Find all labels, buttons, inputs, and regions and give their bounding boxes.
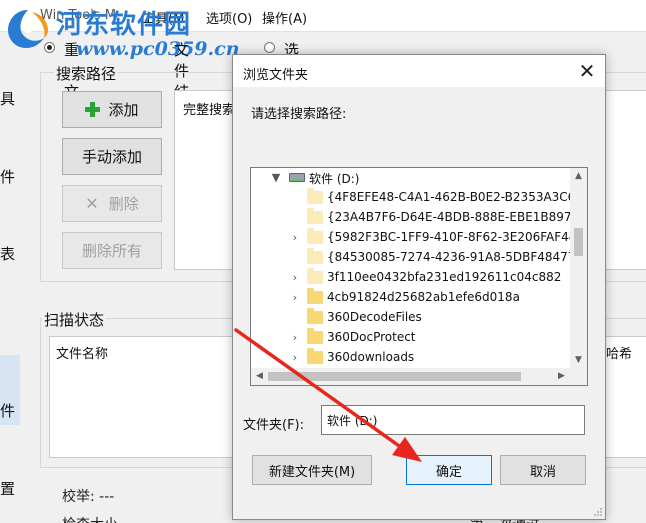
add-button[interactable]: 添加 bbox=[62, 91, 162, 128]
tree-item-label: {5982F3BC-1FF9-410F-8F62-3E206FAF445I bbox=[327, 230, 588, 244]
folder-icon bbox=[307, 348, 323, 364]
dialog-prompt: 请选择搜索路径: bbox=[251, 107, 347, 122]
cancel-button[interactable]: 取消 bbox=[500, 455, 586, 485]
column-header-full-path[interactable]: 完整搜索 bbox=[183, 99, 235, 118]
cancel-label: 取消 bbox=[529, 464, 556, 480]
scroll-down-icon[interactable]: ▼ bbox=[570, 352, 587, 369]
tree-item[interactable]: 360DecodeFiles bbox=[251, 308, 571, 328]
scroll-up-icon[interactable]: ▲ bbox=[570, 168, 587, 185]
folder-input[interactable] bbox=[321, 405, 585, 435]
check-size-text: 检查大小 bbox=[62, 514, 118, 523]
ok-label: 确定 bbox=[435, 464, 462, 480]
scan-status-title: 扫描状态 bbox=[42, 309, 107, 330]
scrollbar-thumb[interactable] bbox=[574, 228, 583, 256]
chevron-right-icon[interactable]: › bbox=[289, 331, 301, 345]
folder-icon bbox=[307, 308, 323, 324]
drive-icon bbox=[289, 173, 305, 182]
sidebar-item-3[interactable]: 表 bbox=[0, 243, 15, 264]
sidebar-item-5[interactable]: 置 bbox=[0, 478, 15, 499]
ok-button[interactable]: 确定 bbox=[406, 455, 492, 485]
tree-item[interactable]: › 360DocProtect bbox=[251, 328, 571, 348]
folder-icon bbox=[307, 288, 323, 304]
new-folder-label: 新建文件夹(M) bbox=[268, 464, 356, 480]
dialog-title: 浏览文件夹 bbox=[243, 68, 309, 83]
folder-icon bbox=[307, 228, 323, 244]
folder-icon bbox=[307, 328, 323, 344]
chevron-right-icon[interactable]: › bbox=[289, 231, 301, 245]
folder-icon bbox=[307, 188, 323, 204]
scrollbar-corner bbox=[570, 368, 587, 385]
tree-item[interactable]: {23A4B7F6-D64E-4BDB-888E-EBE1B8972A bbox=[251, 208, 587, 228]
scrollbar-thumb[interactable] bbox=[268, 372, 521, 381]
delete-all-button[interactable]: 删除所有 bbox=[62, 232, 162, 269]
chevron-right-icon[interactable]: › bbox=[289, 271, 301, 285]
dialog-titlebar[interactable]: 浏览文件夹 ✕ bbox=[233, 55, 605, 87]
horizontal-scrollbar[interactable]: ◀ ▶ bbox=[251, 368, 587, 385]
sidebar-item-2[interactable]: 件 bbox=[0, 166, 15, 187]
column-header-filename[interactable]: 文件名称 bbox=[56, 343, 108, 362]
search-paths-title: 搜索路径 bbox=[54, 63, 119, 84]
tree-item-label: 3f110ee0432bfa231ed192611c04c882 bbox=[327, 270, 562, 284]
browse-folder-dialog: 浏览文件夹 ✕ 请选择搜索路径: ▼ 软件 (D:) {4F8EFE48-C4A… bbox=[232, 54, 606, 520]
folder-tree[interactable]: ▼ 软件 (D:) {4F8EFE48-C4A1-462B-B0E2-B2353… bbox=[250, 167, 588, 386]
checksum-text: 校举: --- bbox=[62, 489, 115, 505]
folder-icon bbox=[307, 208, 323, 224]
delete-label: 删除 bbox=[108, 195, 139, 213]
tree-item[interactable]: › 360downloads bbox=[251, 348, 571, 368]
vertical-scrollbar[interactable]: ▲ ▼ bbox=[570, 168, 587, 369]
plus-icon bbox=[85, 102, 101, 117]
delete-all-label: 删除所有 bbox=[81, 242, 142, 260]
tree-item-label: {4F8EFE48-C4A1-462B-B0E2-B2353A3C6B bbox=[327, 190, 584, 204]
tree-item-label: {84530085-7274-4236-91A8-5DBF484771I bbox=[327, 250, 587, 264]
chevron-right-icon[interactable]: › bbox=[289, 291, 301, 305]
watermark-title: 河东软件园 bbox=[56, 10, 192, 40]
add-button-label: 添加 bbox=[108, 101, 139, 119]
manual-add-label: 手动添加 bbox=[81, 148, 142, 166]
tree-item-label: 4cb91824d25682ab1efe6d018a bbox=[327, 290, 520, 304]
watermark-url: www.pc0359.cn bbox=[76, 38, 240, 60]
tree-item[interactable]: › 4cb91824d25682ab1efe6d018a bbox=[251, 288, 571, 308]
radio-button-checked[interactable] bbox=[44, 42, 55, 53]
tree-item[interactable]: › {5982F3BC-1FF9-410F-8F62-3E206FAF445I bbox=[251, 228, 587, 248]
sidebar-item-1[interactable]: 具 bbox=[0, 88, 15, 109]
close-icon: ✕ bbox=[85, 194, 99, 213]
folder-icon bbox=[307, 248, 323, 264]
tree-item-label: 软件 (D:) bbox=[309, 172, 360, 186]
tree-item-drive-d[interactable]: ▼ 软件 (D:) bbox=[251, 168, 571, 188]
menu-actions[interactable]: 操作(A) bbox=[262, 8, 307, 27]
sidebar-item-4[interactable]: 件 bbox=[0, 400, 15, 421]
watermark: 河东软件园 www.pc0359.cn bbox=[4, 2, 244, 64]
new-folder-button[interactable]: 新建文件夹(M) bbox=[252, 455, 372, 485]
chevron-right-icon[interactable]: › bbox=[289, 351, 301, 365]
folder-icon bbox=[307, 268, 323, 284]
delete-button[interactable]: ✕ 删除 bbox=[62, 185, 162, 222]
tree-item-label: 360DecodeFiles bbox=[327, 310, 422, 324]
close-icon[interactable]: ✕ bbox=[575, 59, 599, 83]
scroll-right-icon[interactable]: ▶ bbox=[553, 368, 570, 385]
tree-item-label: 360DocProtect bbox=[327, 330, 416, 344]
radio-button[interactable] bbox=[264, 42, 275, 53]
folder-label: 文件夹(F): bbox=[243, 418, 305, 433]
tree-item-label: 360downloads bbox=[327, 350, 415, 364]
tree-item-label: {23A4B7F6-D64E-4BDB-888E-EBE1B8972A bbox=[327, 210, 588, 224]
tree-item[interactable]: › 3f110ee0432bfa231ed192611c04c882 bbox=[251, 268, 571, 288]
tree-item[interactable]: {84530085-7274-4236-91A8-5DBF484771I bbox=[251, 248, 587, 268]
tree-item[interactable]: {4F8EFE48-C4A1-462B-B0E2-B2353A3C6B bbox=[251, 188, 584, 208]
resize-grip-icon[interactable] bbox=[593, 507, 603, 517]
chevron-down-icon[interactable]: ▼ bbox=[270, 171, 282, 185]
manual-add-button[interactable]: 手动添加 bbox=[62, 138, 162, 175]
scroll-left-icon[interactable]: ◀ bbox=[251, 368, 268, 385]
column-header-hash[interactable]: 哈希 bbox=[606, 343, 632, 362]
